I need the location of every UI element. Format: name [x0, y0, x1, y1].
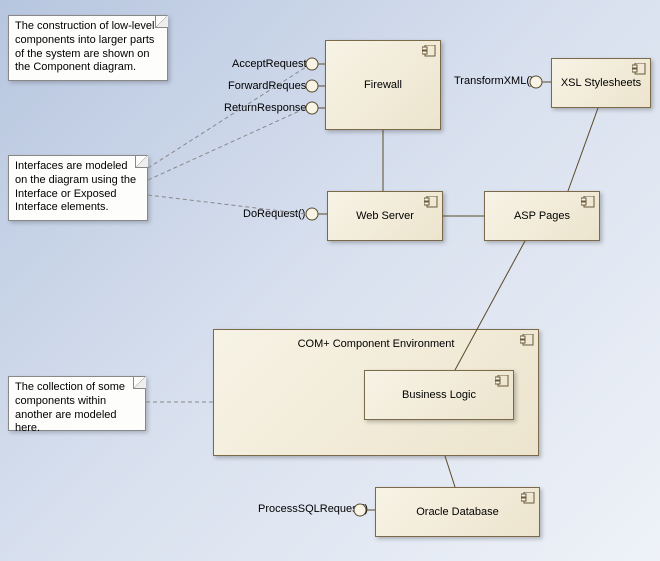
component-icon — [424, 196, 438, 208]
interface-label-transform: TransformXML() — [454, 75, 534, 87]
interface-label-processsql: ProcessSQLRequest() — [258, 503, 368, 515]
component-label: Oracle Database — [416, 506, 499, 518]
interface-label-return: ReturnResponse() — [224, 102, 314, 114]
component-icon — [520, 334, 534, 346]
note-interfaces: Interfaces are modeled on the diagram us… — [8, 155, 148, 221]
component-firewall[interactable]: Firewall — [325, 40, 441, 130]
component-xsl[interactable]: XSL Stylesheets — [551, 58, 651, 108]
note-text: The construction of low-level components… — [15, 20, 154, 73]
component-icon — [581, 196, 595, 208]
component-label: ASP Pages — [514, 210, 570, 222]
component-business-logic[interactable]: Business Logic — [364, 370, 514, 420]
component-icon — [495, 375, 509, 387]
interface-label-accept: AcceptRequest() — [232, 58, 314, 70]
component-asp[interactable]: ASP Pages — [484, 191, 600, 241]
component-icon — [521, 492, 535, 504]
note-text: The collection of some components within… — [15, 381, 125, 434]
note-construction: The construction of low-level components… — [8, 15, 168, 81]
component-label: XSL Stylesheets — [561, 77, 641, 89]
component-label: Business Logic — [402, 389, 476, 401]
component-label: COM+ Component Environment — [298, 338, 455, 350]
component-webserver[interactable]: Web Server — [327, 191, 443, 241]
diagram-canvas: The construction of low-level components… — [0, 0, 660, 561]
component-icon — [632, 63, 646, 75]
note-text: Interfaces are modeled on the diagram us… — [15, 160, 136, 213]
note-collection: The collection of some components within… — [8, 376, 146, 431]
interface-label-dorequest: DoRequest() — [243, 208, 305, 220]
component-label: Firewall — [364, 79, 402, 91]
component-label: Web Server — [356, 210, 414, 222]
component-icon — [422, 45, 436, 57]
interface-label-forward: ForwardRequest() — [228, 80, 317, 92]
component-oracle[interactable]: Oracle Database — [375, 487, 540, 537]
